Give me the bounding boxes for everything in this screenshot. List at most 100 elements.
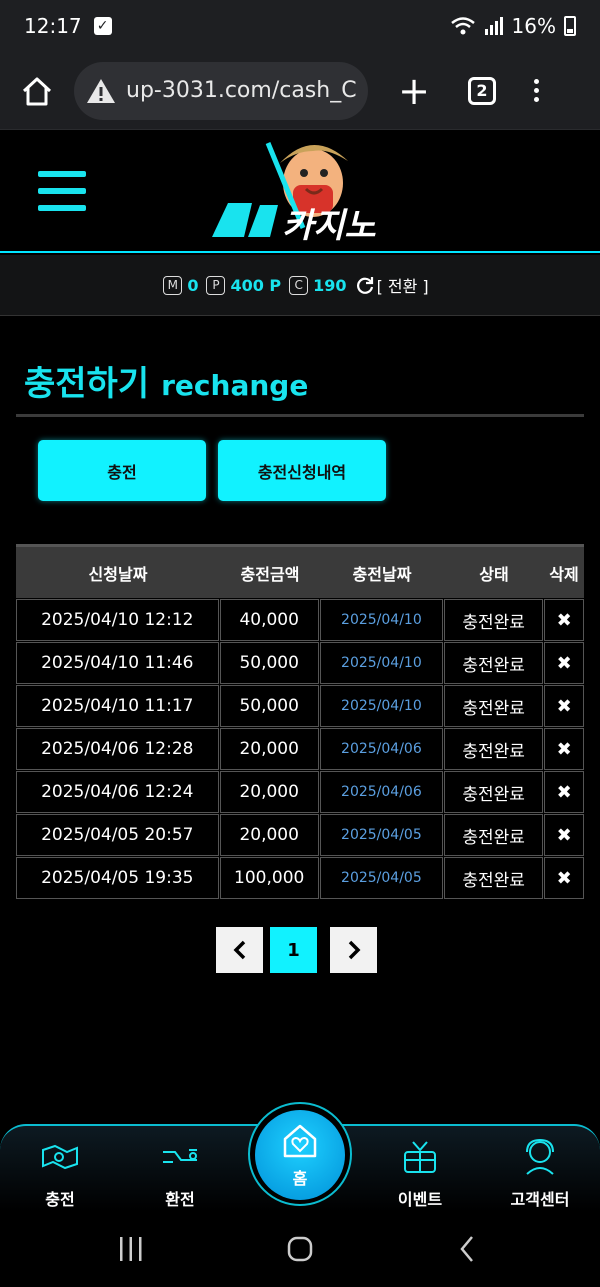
point-value: 400 P xyxy=(230,275,282,295)
casino-badge: C xyxy=(289,275,309,295)
recharge-date-cell: 2025/04/10 xyxy=(319,599,443,641)
table-row: 2025/04/10 11:46 50,000 2025/04/10 충전완료 … xyxy=(16,642,584,684)
pagination-prev-button[interactable] xyxy=(216,927,263,973)
amount-cell: 20,000 xyxy=(219,771,319,813)
table-row: 2025/04/05 20:57 20,000 2025/04/05 충전완료 … xyxy=(16,814,584,856)
nav-event-label: 이벤트 xyxy=(397,1190,443,1209)
status-cell: 충전완료 xyxy=(443,857,544,899)
page-title: 충전하기 rechange xyxy=(24,356,308,405)
delete-button[interactable]: ✖ xyxy=(544,771,584,813)
header-request-date: 신청날짜 xyxy=(88,564,148,584)
table-row: 2025/04/10 11:17 50,000 2025/04/10 충전완료 … xyxy=(16,685,584,727)
browser-home-button[interactable] xyxy=(14,68,60,114)
tab-switcher-button[interactable]: 2 xyxy=(468,76,496,105)
amount-cell: 40,000 xyxy=(219,599,319,641)
delete-button[interactable]: ✖ xyxy=(544,599,584,641)
new-tab-button[interactable]: + xyxy=(394,71,434,111)
recent-apps-icon[interactable] xyxy=(118,1234,144,1264)
delete-button[interactable]: ✖ xyxy=(544,728,584,770)
recharge-history-table: 신청날짜 충전금액 충전날짜 상태 삭제 2025/04/10 12:12 40… xyxy=(16,544,584,899)
request-date-cell: 2025/04/10 11:46 xyxy=(16,642,219,684)
recharge-date-cell: 2025/04/05 xyxy=(319,857,443,899)
recharge-date-cell: 2025/04/06 xyxy=(319,771,443,813)
chevron-right-icon xyxy=(348,940,360,960)
delete-button[interactable]: ✖ xyxy=(544,857,584,899)
nav-support-label: 고객센터 xyxy=(510,1190,570,1209)
money-value: 0 xyxy=(187,275,199,295)
nav-exchange[interactable]: 환전 xyxy=(135,1136,225,1210)
point-badge: P xyxy=(206,275,226,295)
browser-toolbar: up-3031.com/cash_C + 2 xyxy=(0,52,600,130)
android-nav-bar xyxy=(0,1212,600,1287)
amount-cell: 50,000 xyxy=(219,642,319,684)
delete-icon: ✖ xyxy=(556,652,572,674)
request-date-cell: 2025/04/10 11:17 xyxy=(16,685,219,727)
table-header: 신청날짜 충전금액 충전날짜 상태 삭제 xyxy=(16,544,584,598)
nav-support[interactable]: 고객센터 xyxy=(495,1136,585,1210)
header-amount: 충전금액 xyxy=(240,564,300,584)
status-cell: 충전완료 xyxy=(443,642,544,684)
convert-button[interactable]: [ 전환 ] xyxy=(355,273,429,297)
menu-button[interactable] xyxy=(38,171,86,211)
delete-icon: ✖ xyxy=(556,824,572,846)
refresh-icon xyxy=(356,277,373,294)
delete-icon: ✖ xyxy=(556,695,572,717)
point-balance: P 400 P xyxy=(206,275,282,295)
request-date-cell: 2025/04/05 19:35 xyxy=(16,857,219,899)
svg-text:카지노: 카지노 xyxy=(282,206,377,246)
delete-icon: ✖ xyxy=(556,867,572,889)
header-recharge-date: 충전날짜 xyxy=(352,564,412,584)
money-balance: M 0 xyxy=(163,275,199,295)
request-date-cell: 2025/04/06 12:24 xyxy=(16,771,219,813)
nav-exchange-label: 환전 xyxy=(165,1190,195,1209)
pagination-next-button[interactable] xyxy=(330,927,377,973)
amount-cell: 20,000 xyxy=(219,814,319,856)
amount-cell: 50,000 xyxy=(219,685,319,727)
android-home-icon[interactable] xyxy=(286,1234,314,1264)
support-icon xyxy=(526,1138,554,1175)
table-row: 2025/04/10 12:12 40,000 2025/04/10 충전완료 … xyxy=(16,599,584,641)
table-row: 2025/04/05 19:35 100,000 2025/04/05 충전완료… xyxy=(16,857,584,899)
recharge-icon xyxy=(42,1144,78,1170)
nav-event[interactable]: 이벤트 xyxy=(375,1136,465,1210)
tab-recharge[interactable]: 충전 xyxy=(38,440,206,501)
request-date-cell: 2025/04/06 12:28 xyxy=(16,728,219,770)
delete-button[interactable]: ✖ xyxy=(544,814,584,856)
header-delete: 삭제 xyxy=(549,564,579,584)
recharge-date-cell: 2025/04/05 xyxy=(319,814,443,856)
nav-home-label: 홈 xyxy=(292,1169,308,1188)
home-icon xyxy=(22,77,52,105)
status-cell: 충전완료 xyxy=(443,599,544,641)
status-indicators: 16% xyxy=(450,14,576,38)
chevron-left-icon xyxy=(233,940,245,960)
battery-percent: 16% xyxy=(511,14,556,38)
exchange-icon xyxy=(163,1149,197,1163)
balance-bar: M 0 P 400 P C 190 [ 전환 ] xyxy=(0,255,600,316)
home-heart-icon xyxy=(283,1124,317,1158)
tab-recharge-history[interactable]: 충전신청내역 xyxy=(218,440,386,501)
convert-label: [ 전환 ] xyxy=(376,277,429,296)
nav-recharge[interactable]: 충전 xyxy=(15,1136,105,1210)
pagination-page-1[interactable]: 1 xyxy=(270,927,317,973)
delete-button[interactable]: ✖ xyxy=(544,685,584,727)
back-icon[interactable] xyxy=(458,1234,476,1264)
title-divider xyxy=(16,414,584,417)
notification-check-icon: ✓ xyxy=(93,17,112,35)
status-cell: 충전완료 xyxy=(443,728,544,770)
request-date-cell: 2025/04/10 12:12 xyxy=(16,599,219,641)
address-bar[interactable]: up-3031.com/cash_C xyxy=(74,61,368,120)
wifi-icon xyxy=(450,17,475,35)
delete-icon: ✖ xyxy=(556,738,572,760)
request-date-cell: 2025/04/05 20:57 xyxy=(16,814,219,856)
signal-icon xyxy=(484,17,503,35)
site-logo[interactable]: 카지노 xyxy=(208,133,390,251)
url-text: up-3031.com/cash_C xyxy=(126,78,356,103)
header-status: 상태 xyxy=(479,564,509,584)
recharge-date-cell: 2025/04/06 xyxy=(319,728,443,770)
browser-menu-button[interactable] xyxy=(534,79,539,102)
delete-button[interactable]: ✖ xyxy=(544,642,584,684)
nav-home[interactable]: 홈 xyxy=(255,1110,345,1200)
gift-icon xyxy=(404,1141,436,1173)
battery-icon xyxy=(564,16,576,36)
delete-icon: ✖ xyxy=(556,609,572,631)
